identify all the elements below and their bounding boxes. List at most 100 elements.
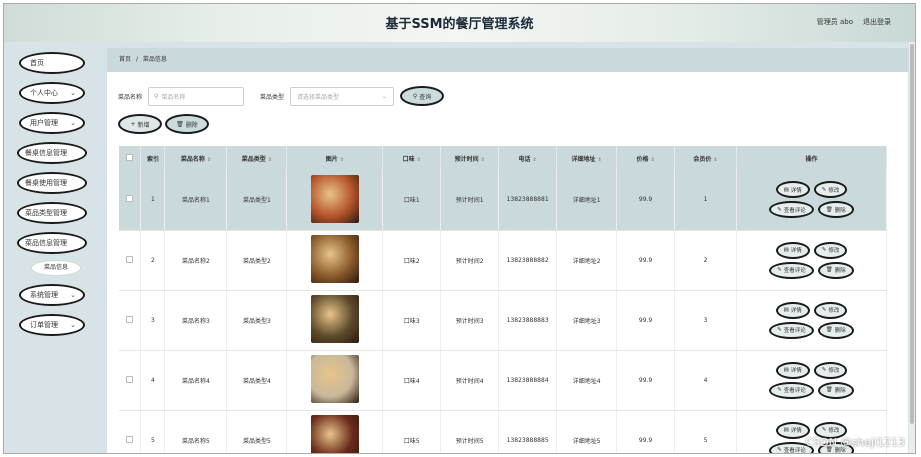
col-time[interactable]: 预计时间 ⇕ [440,146,500,170]
sidebar-item[interactable]: 菜品信息管理 [17,232,87,254]
col-phone[interactable]: 电话 ⇕ [498,146,558,170]
view-review-button[interactable]: ✎ 查看评论 [769,201,814,219]
detail-button[interactable]: ▤ 详情 [775,181,810,199]
sidebar-item-label: 订单管理 [30,321,58,329]
dish-taste: 口味4 [403,377,420,385]
dish-address: 详细地址5 [572,437,601,445]
scrollbar-thumb[interactable] [910,44,914,424]
row-actions: ▤ 详情 ✎ 修改 ✎ 查看评论 🗑 删除 [737,361,886,399]
view-review-button[interactable]: ✎ 查看评论 [769,321,814,339]
row-delete-button[interactable]: 🗑 删除 [817,381,854,399]
edit-button[interactable]: ✎ 修改 [813,181,848,199]
row-checkbox[interactable] [126,255,134,263]
table-cell [286,410,384,453]
edit-button[interactable]: ✎ 修改 [813,301,848,319]
breadcrumb: 首页 / 菜品信息 [107,48,908,72]
detail-button[interactable]: ▤ 详情 [775,241,810,259]
table-row[interactable]: 4 菜品名称4 菜品类型4 口味4 预计时间4 13823888884 详细地址4 99.9 4… [119,350,888,411]
sidebar-item[interactable]: 餐桌使用管理 [17,172,87,194]
table-row[interactable]: 3 菜品名称3 菜品类型3 口味3 预计时间3 13823888883 详细地址3 99.9 3… [119,290,888,351]
breadcrumb-home[interactable]: 首页 [119,56,131,63]
col-name[interactable]: 菜品名称 ⇕ [164,146,228,170]
sidebar-subitem-dish-info[interactable]: 菜品信息 [31,260,81,276]
document-icon: ▤ [783,367,789,373]
table-row[interactable]: 1 菜品名称1 菜品类型1 口味1 预计时间1 13823888881 详细地址1 99.9 1… [119,170,888,231]
table-cell [286,350,384,411]
row-checkbox[interactable] [126,435,134,443]
row-checkbox[interactable] [126,195,134,203]
dish-phone: 13823888882 [506,256,549,264]
table-cell: ▤ 详情 ✎ 修改 ✎ 查看评论 🗑 删除 [736,230,888,291]
sidebar-item[interactable]: 菜品类型管理 [17,202,87,224]
vertical-scrollbar[interactable] [909,42,915,453]
sidebar-item[interactable]: 用户管理 ⌄ [19,112,85,134]
select-all-checkbox[interactable] [126,153,134,161]
table-cell: 菜品名称1 [164,170,228,231]
logout-link[interactable]: 退出登录 [863,17,891,27]
sidebar-item[interactable]: 餐桌信息管理 [17,142,87,164]
dish-image [310,415,359,453]
col-image[interactable]: 图片 ⇕ [286,146,384,170]
edit-button-label: 修改 [828,368,840,374]
select-all-cell [119,146,142,170]
delete-button[interactable]: 🗑 删除 [165,114,209,134]
dish-image [310,174,359,223]
chevron-down-icon: ⌄ [70,321,76,329]
edit-button[interactable]: ✎ 修改 [813,241,848,259]
sidebar-item[interactable]: 个人中心 ⌄ [19,82,85,104]
view-review-button[interactable]: ✎ 查看评论 [769,381,814,399]
search-icon: ⚲ [412,92,418,100]
row-delete-button[interactable]: 🗑 删除 [817,261,854,279]
dish-price: 99.9 [638,376,653,384]
sidebar-item[interactable]: 首页 [19,52,85,74]
table-cell: 99.9 [616,230,676,291]
table-row[interactable]: 5 菜品名称5 菜品类型5 口味5 预计时间5 13823888885 详细地址5 99.9 5… [119,410,888,453]
sidebar-item[interactable]: 系统管理 ⌄ [19,284,85,306]
row-checkbox[interactable] [126,375,134,383]
table-cell: 13823888884 [498,350,558,411]
add-button[interactable]: + 新增 [118,114,162,134]
col-actions-label: 操作 [805,155,818,163]
detail-button[interactable]: ▤ 详情 [775,361,810,379]
view-review-button-label: 查看评论 [783,207,806,214]
sort-icon: ⇕ [206,156,212,163]
row-actions: ▤ 详情 ✎ 修改 ✎ 查看评论 🗑 删除 [737,301,886,339]
query-button[interactable]: ⚲ 查询 [400,86,445,106]
dish-time: 预计时间2 [455,257,484,265]
sort-icon: ⇕ [532,156,537,163]
row-checkbox[interactable] [126,315,134,323]
query-button-label: 查询 [419,93,432,101]
table-row[interactable]: 2 菜品名称2 菜品类型2 口味2 预计时间2 13823888882 详细地址2 99.9 2… [119,230,888,291]
table-cell [119,230,142,291]
breadcrumb-current: 菜品信息 [142,56,167,63]
table-cell [286,290,384,351]
view-review-button[interactable]: ✎ 查看评论 [769,261,814,279]
table-cell: 详细地址4 [556,350,618,411]
table-cell: ▤ 详情 ✎ 修改 ✎ 查看评论 🗑 删除 [736,170,888,231]
name-search-input[interactable]: ⚲ 菜品名称 [148,86,245,106]
watermark: CSDN @sheji1213 [805,436,905,449]
col-taste[interactable]: 口味 ⇕ [382,146,442,170]
pencil-icon: ✎ [821,367,827,373]
col-address[interactable]: 详细地址 ⇕ [556,146,618,170]
table-header-row: 索引 菜品名称 ⇕ 菜品类型 ⇕ 图片 ⇕ 口味 ⇕ 预计时间 ⇕ 电话 ⇕ 详细地址 ⇕ 价… [119,146,888,170]
table-cell [286,170,384,231]
sidebar-item[interactable]: 订单管理 ⌄ [19,314,85,336]
col-vip-price[interactable]: 会员价 ⇕ [674,146,737,170]
trash-icon: 🗑 [825,267,833,273]
type-select[interactable]: 请选择菜品类型 ⌄ [290,86,395,106]
detail-button-label: 详情 [790,368,802,374]
table-cell: 3 [140,290,166,351]
row-delete-button[interactable]: 🗑 删除 [817,201,854,219]
edit-button[interactable]: ✎ 修改 [813,361,848,379]
table-cell: 5 [674,410,737,453]
type-select-placeholder: 请选择菜品类型 [297,93,340,101]
dish-phone: 13823888883 [506,316,549,324]
col-price[interactable]: 价格 ⇕ [616,146,676,170]
detail-button[interactable]: ▤ 详情 [775,301,810,319]
col-type[interactable]: 菜品类型 ⇕ [226,146,288,170]
chevron-down-icon: ⌄ [70,119,76,127]
row-delete-button[interactable]: 🗑 删除 [817,321,854,339]
table-cell [119,410,142,453]
table-cell: 口味5 [382,410,442,453]
